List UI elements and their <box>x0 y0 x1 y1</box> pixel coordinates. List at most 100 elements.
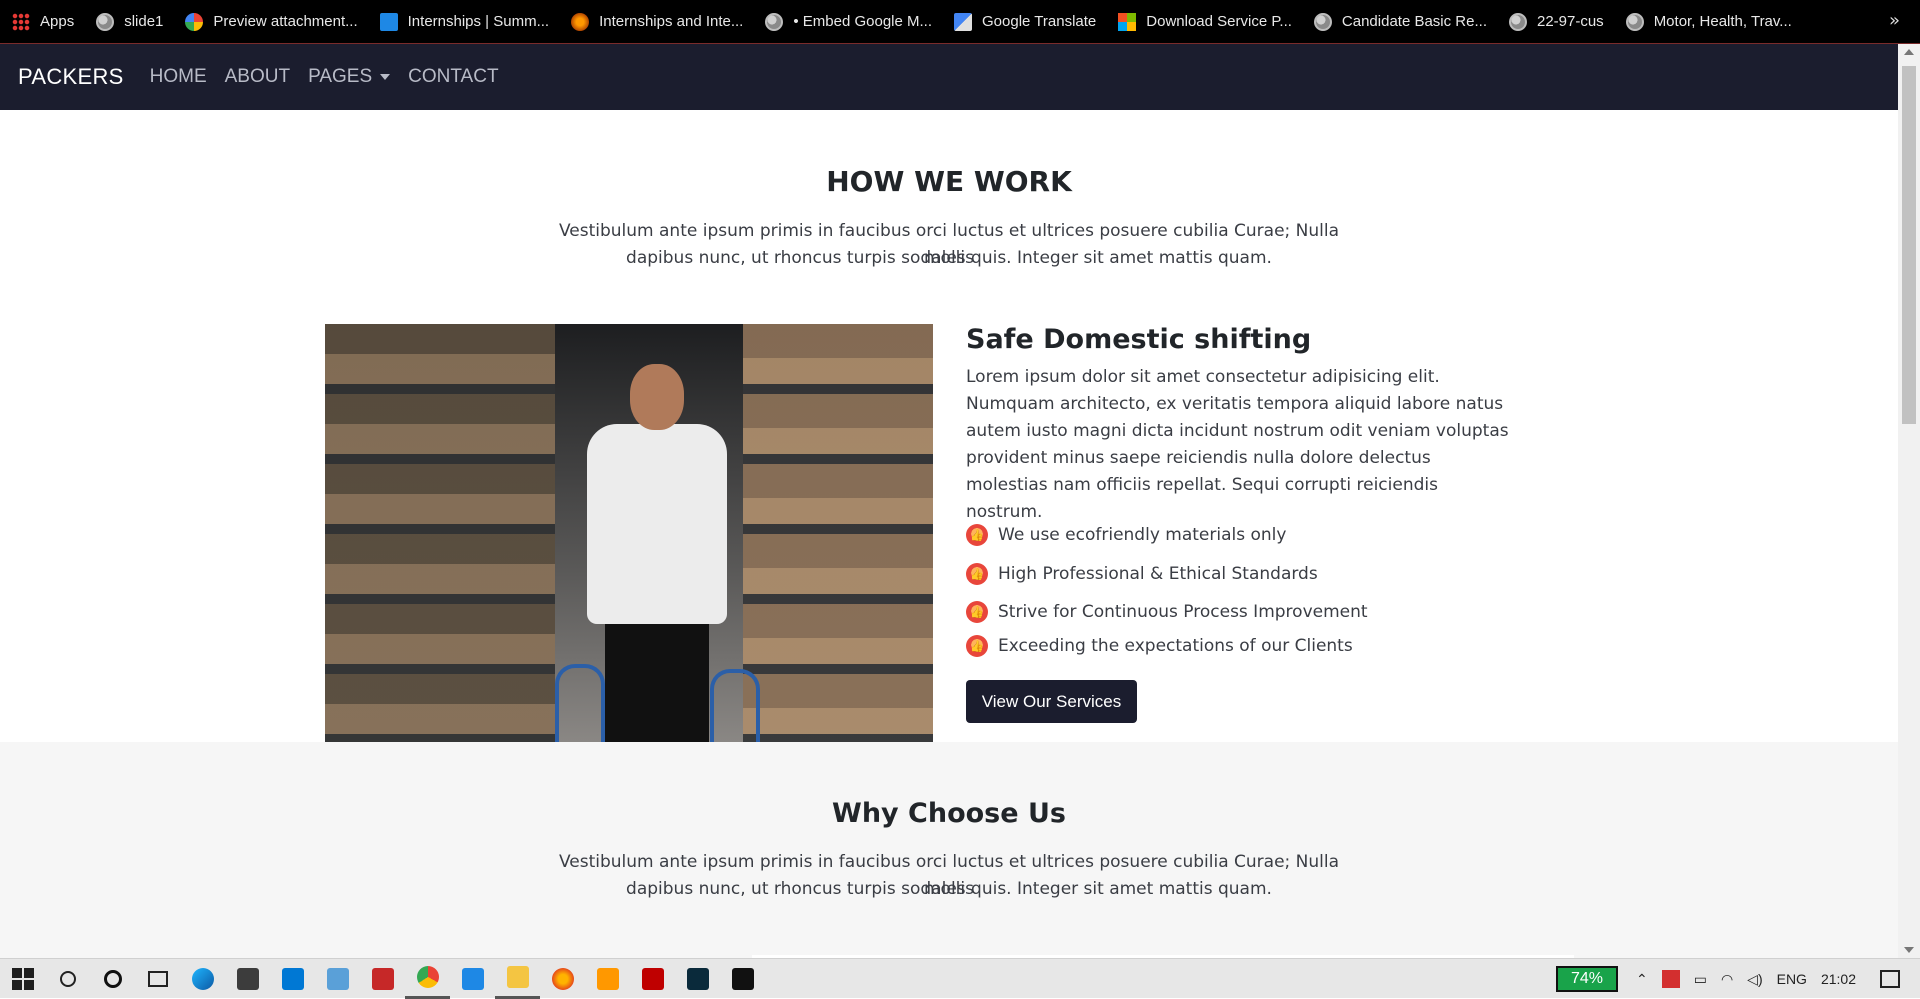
chevron-up-icon[interactable]: ⌃ <box>1636 971 1648 988</box>
feature-label: Strive for Continuous Process Improvemen… <box>998 602 1368 622</box>
nav-home[interactable]: HOME <box>150 66 207 88</box>
clock[interactable]: 21:02 <box>1821 971 1856 987</box>
taskbar-vscode[interactable] <box>450 959 495 999</box>
flame-icon <box>571 12 590 31</box>
search-button[interactable] <box>45 959 90 999</box>
edge-icon <box>191 967 214 990</box>
battery-icon[interactable]: ▭ <box>1694 971 1707 988</box>
download-icon <box>371 967 394 990</box>
google-icon <box>185 12 204 31</box>
bookmark-label: Apps <box>40 13 75 30</box>
wifi-icon[interactable]: ◠ <box>1721 971 1733 988</box>
bookmark-motor-health[interactable]: Motor, Health, Trav... <box>1625 12 1792 31</box>
apps-grid-icon <box>12 12 30 31</box>
taskbar-app[interactable] <box>315 959 360 999</box>
photoshop-icon <box>686 967 709 990</box>
warehouse-photo <box>325 324 933 742</box>
taskbar-netflix[interactable] <box>720 959 765 999</box>
notification-center-icon[interactable] <box>1880 970 1900 988</box>
thumbs-up-icon: 👍 <box>966 563 988 585</box>
feature-label: Exceeding the expectations of our Client… <box>998 636 1353 656</box>
view-services-button[interactable]: View Our Services <box>966 680 1137 723</box>
translate-icon <box>954 12 973 31</box>
service-title: Safe Domestic shifting <box>966 324 1312 355</box>
service-paragraph: Lorem ipsum dolor sit amet consectetur a… <box>966 367 1509 522</box>
person-head <box>630 364 684 430</box>
thumbs-up-icon: 👍 <box>966 635 988 657</box>
bookmarks-bar: Apps slide1 Preview attachment... Intern… <box>0 0 1920 44</box>
person-shirt <box>587 424 727 624</box>
store-bag-icon <box>236 967 259 990</box>
feature-item: 👍 Strive for Continuous Process Improvem… <box>966 601 1368 623</box>
bookmark-label: slide1 <box>124 13 164 30</box>
nav-about[interactable]: ABOUT <box>225 66 290 88</box>
taskbar-store[interactable] <box>225 959 270 999</box>
scroll-thumb[interactable] <box>1902 66 1916 424</box>
why-choose-us-section: Why Choose Us Vestibulum ante ipsum prim… <box>0 742 1898 958</box>
start-button[interactable] <box>0 959 45 999</box>
quick-heal-icon[interactable] <box>1661 970 1680 988</box>
search-icon <box>59 970 76 987</box>
bookmark-slide1[interactable]: slide1 <box>96 12 164 31</box>
how-we-work-section: HOW WE WORK Vestibulum ante ipsum primis… <box>0 110 1898 742</box>
more-bookmarks-chevron-icon[interactable]: » <box>1889 10 1900 31</box>
volume-icon[interactable]: ◁) <box>1747 971 1762 988</box>
mail-icon <box>281 967 304 990</box>
scroll-down-icon[interactable] <box>1904 947 1914 953</box>
feature-item: 👍 We use ecofriendly materials only <box>966 524 1286 546</box>
taskbar-downloader[interactable] <box>360 959 405 999</box>
nav-pages-dropdown[interactable]: PAGES <box>308 66 391 88</box>
globe-icon <box>96 12 115 31</box>
taskbar-mail[interactable] <box>270 959 315 999</box>
page-scrollbar[interactable] <box>1898 44 1920 958</box>
taskbar-edge[interactable] <box>180 959 225 999</box>
bookmark-embed-google-maps[interactable]: • Embed Google M... <box>765 12 933 31</box>
section-lead-line2: dapibus nunc, ut rhoncus turpis sodales … <box>626 248 1272 268</box>
bookmark-internships-summ[interactable]: Internships | Summ... <box>379 12 549 31</box>
folder-icon <box>506 966 529 988</box>
person-legs <box>605 614 709 742</box>
feature-item: 👍 High Professional & Ethical Standards <box>966 563 1318 585</box>
task-view-button[interactable] <box>135 959 180 999</box>
nav-contact[interactable]: CONTACT <box>408 66 498 88</box>
netflix-icon <box>731 967 754 990</box>
globe-icon <box>765 12 784 31</box>
caret-down-icon <box>380 74 391 80</box>
bookmark-22-97-cus[interactable]: 22-97-cus <box>1508 12 1604 31</box>
globe-icon <box>1508 12 1527 31</box>
bookmark-label: Internships and Inte... <box>599 13 744 30</box>
thumbs-up-icon: 👍 <box>966 524 988 546</box>
bag-left <box>555 664 605 742</box>
taskbar-sublime[interactable] <box>585 959 630 999</box>
vscode-icon <box>461 967 484 990</box>
language-indicator[interactable]: ENG <box>1777 971 1807 987</box>
bookmark-google-translate[interactable]: Google Translate <box>954 12 1097 31</box>
microsoft-icon <box>1118 12 1137 31</box>
cortana-button[interactable] <box>90 959 135 999</box>
chrome-icon <box>416 966 439 988</box>
bookmark-apps[interactable]: Apps <box>12 12 75 31</box>
bookmark-download-service[interactable]: Download Service P... <box>1118 12 1292 31</box>
bookmark-label: Google Translate <box>982 13 1097 30</box>
taskbar-photoshop[interactable] <box>675 959 720 999</box>
taskbar-file-explorer[interactable] <box>495 959 540 999</box>
feature-label: High Professional & Ethical Standards <box>998 564 1318 584</box>
bag-right <box>710 669 760 742</box>
section-lead-line2: dapibus nunc, ut rhoncus turpis sodales … <box>626 879 1272 899</box>
task-view-icon <box>147 970 168 987</box>
app-icon <box>326 967 349 990</box>
bookmark-label: • Embed Google M... <box>793 13 933 30</box>
bookmark-label: Download Service P... <box>1146 13 1292 30</box>
bookmark-internships-inte[interactable]: Internships and Inte... <box>571 12 744 31</box>
taskbar-filezilla[interactable] <box>630 959 675 999</box>
bookmark-preview-attachment[interactable]: Preview attachment... <box>185 12 358 31</box>
bookmark-candidate-basic[interactable]: Candidate Basic Re... <box>1313 12 1487 31</box>
bookmark-label: Candidate Basic Re... <box>1341 13 1487 30</box>
brand-logo[interactable]: PACKERS <box>18 64 124 90</box>
bookmark-label: 22-97-cus <box>1536 13 1604 30</box>
taskbar-firefox[interactable] <box>540 959 585 999</box>
feature-label: We use ecofriendly materials only <box>998 525 1287 545</box>
taskbar-chrome[interactable] <box>405 959 450 999</box>
firefox-icon <box>551 967 574 990</box>
scroll-up-icon[interactable] <box>1904 49 1914 55</box>
